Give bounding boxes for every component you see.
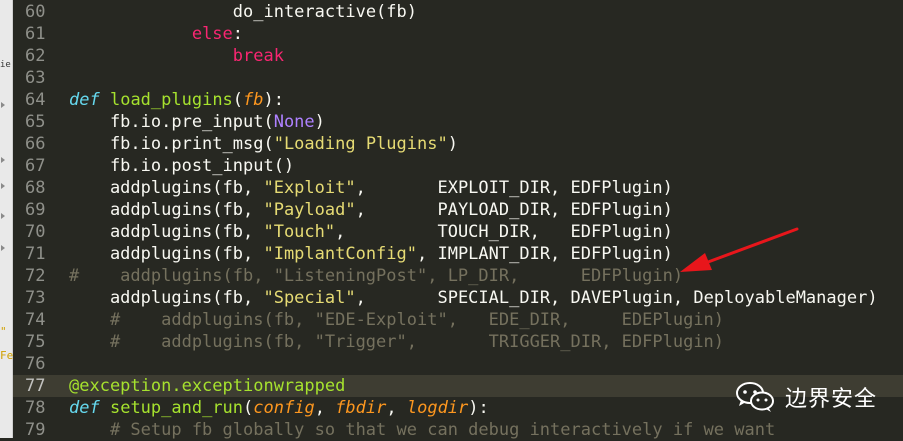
watermark: 边界安全 xyxy=(735,380,877,414)
arrow-icon xyxy=(680,227,799,272)
wechat-icon xyxy=(735,382,774,412)
arrow-head xyxy=(680,253,712,272)
arrow-shaft xyxy=(698,227,799,267)
watermark-text: 边界安全 xyxy=(784,387,877,412)
